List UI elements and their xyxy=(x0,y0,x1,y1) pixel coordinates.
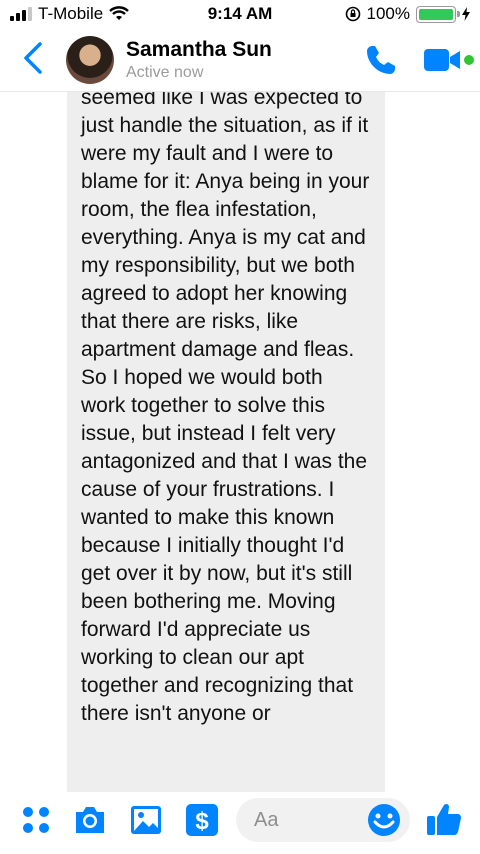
message-bubble[interactable]: seemed like I was expected to just handl… xyxy=(67,92,385,792)
video-camera-icon xyxy=(424,49,460,71)
back-chevron-icon[interactable] xyxy=(18,38,48,78)
avatar[interactable] xyxy=(66,36,114,84)
message-thread[interactable]: seemed like I was expected to just handl… xyxy=(0,92,480,792)
video-call-button[interactable] xyxy=(424,46,474,74)
thumbs-up-icon[interactable] xyxy=(425,800,463,838)
charging-icon xyxy=(462,7,470,21)
battery-icon xyxy=(416,5,460,23)
payment-icon[interactable]: $ xyxy=(184,802,220,838)
battery-percent: 100% xyxy=(366,4,410,23)
orientation-lock-icon xyxy=(345,6,360,22)
photo-gallery-icon[interactable] xyxy=(128,802,164,838)
composer-bar: $ Aa xyxy=(0,792,480,854)
more-actions-icon[interactable] xyxy=(18,802,54,838)
online-indicator xyxy=(464,55,474,65)
status-right: 100% xyxy=(345,4,470,24)
message-text: seemed like I was expected to just handl… xyxy=(81,92,370,725)
emoji-icon[interactable] xyxy=(366,802,402,838)
conversation-header: Samantha Sun Active now xyxy=(0,28,480,92)
contact-name[interactable]: Samantha Sun xyxy=(126,38,272,62)
battery-fill xyxy=(419,8,453,20)
phone-icon[interactable] xyxy=(364,43,398,77)
status-bar: T-Mobile 9:14 AM 100% xyxy=(0,0,480,28)
camera-icon[interactable] xyxy=(72,802,108,838)
svg-text:$: $ xyxy=(195,808,209,835)
contact-status: Active now xyxy=(126,64,204,81)
